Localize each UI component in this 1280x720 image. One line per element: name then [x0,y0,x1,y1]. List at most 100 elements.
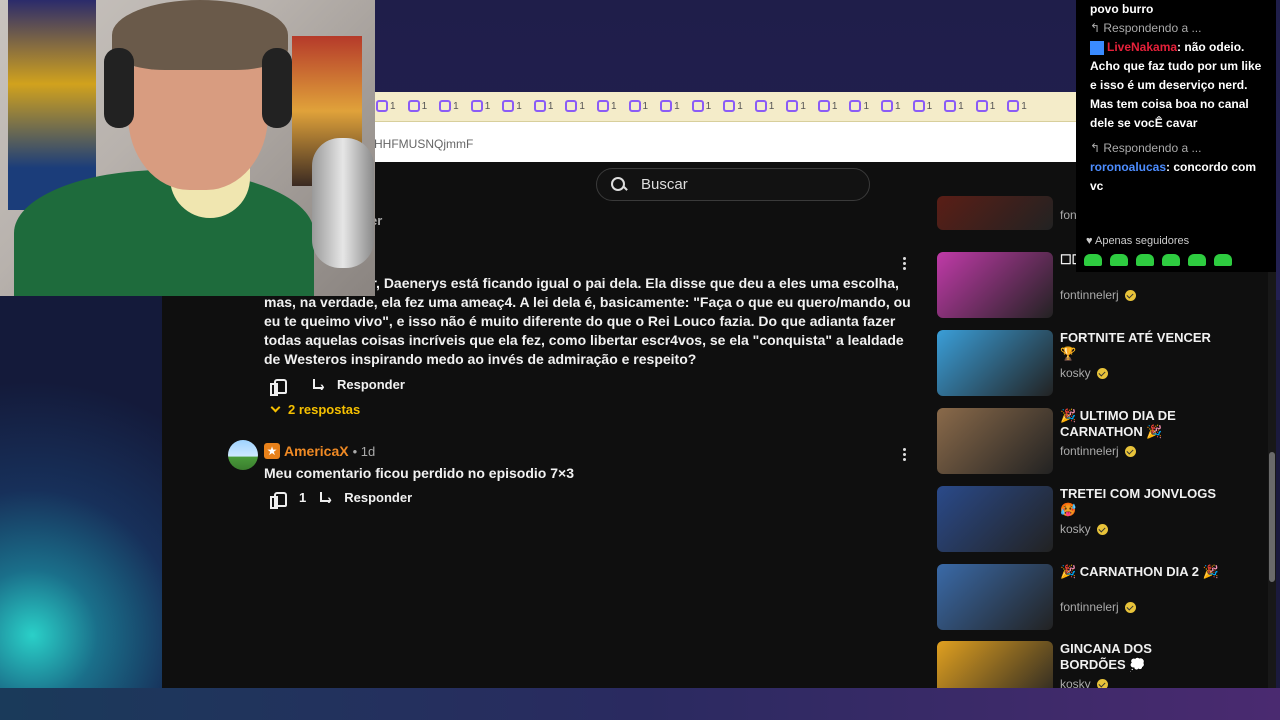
recommended-video[interactable]: 🎉 CARNATHON DIA 2 🎉 fontinnelerj [937,564,1267,634]
comment-actions: Responder [270,377,405,396]
bookmarks-bar: 1 1 1 1 1 1 1 1 1 1 1 1 1 1 1 1 1 1 1 1 1 [370,92,1076,122]
verified-icon [1124,289,1136,301]
recommended-video[interactable]: TRETEI COM JONVLOGS 🥵 kosky [937,486,1267,556]
recommended-video[interactable]: 🎉 ULTIMO DIA DE CARNATHON 🎉 fontinnelerj [937,408,1267,478]
comment-text: Meu comentario ficou perdido no episodio… [264,465,574,481]
bookmark-icon [533,100,546,113]
video-channel[interactable]: kosky [1060,366,1108,380]
video-thumbnail[interactable] [937,252,1053,318]
bookmark-item[interactable]: 1 [439,100,459,113]
video-thumbnail[interactable] [937,564,1053,630]
avatar[interactable] [228,440,258,470]
bookmark-item[interactable]: 1 [754,100,775,113]
video-channel[interactable]: kosky [1060,522,1108,536]
video-channel[interactable]: fontinnelerj [1060,600,1136,614]
comment-header: ★ AmericaX • 1d [264,443,375,459]
verified-icon [1096,678,1108,688]
headphones-icon [262,48,292,128]
video-thumbnail[interactable] [937,196,1053,230]
bookmark-item[interactable]: 1 [628,100,648,113]
replies-count: 2 respostas [288,402,361,417]
search-icon[interactable] [611,176,627,193]
video-title[interactable]: 🎉 CARNATHON DIA 2 🎉 [1060,564,1220,580]
url-text: HHFMUSNQjmmF [374,137,474,151]
recommended-video[interactable]: GINCANA DOS BORDÕES 💭 kosky [937,641,1267,688]
bookmark-item[interactable]: 1 [723,100,743,113]
bookmark-icon [660,100,673,113]
video-channel[interactable]: fontinnelerj [1060,288,1136,302]
video-thumbnail[interactable] [937,486,1053,552]
like-count: 1 [299,490,307,505]
video-thumbnail[interactable] [937,641,1053,688]
bookmark-item[interactable]: 1 [376,100,396,113]
thumbs-up-icon[interactable] [270,378,287,396]
bookmark-item[interactable]: 1 [912,100,933,113]
bookmark-item[interactable]: 1 [502,100,522,113]
bookmark-item[interactable]: 1 [975,100,995,113]
bookmark-item[interactable]: 1 [1007,100,1027,113]
comment-timestamp[interactable]: • 1d [353,444,376,459]
bookmark-item[interactable]: 1 [691,100,711,113]
bookmark-item[interactable]: 1 [565,100,585,113]
reply-arrow-icon [311,378,325,394]
comment-menu-icon[interactable] [903,257,907,272]
bookmark-item[interactable]: 1 [533,100,554,113]
bookmark-icon [817,100,830,113]
url-bar[interactable]: HHFMUSNQjmmF [370,122,1076,162]
bookmark-item[interactable]: 1 [470,100,491,113]
bookmark-count: 1 [926,101,933,112]
video-channel[interactable]: kosky [1060,677,1108,688]
recommended-video[interactable]: FORTNITE ATÉ VENCER 🏆 kosky [937,330,1267,400]
bookmark-item[interactable]: 1 [596,100,617,113]
video-channel[interactable]: fon [1060,208,1077,222]
verified-icon [1096,523,1108,535]
bookmark-icon [754,100,767,113]
emote-icon [1188,254,1206,266]
bookmark-item[interactable]: 1 [944,100,964,113]
verified-icon [1124,601,1136,613]
bookmark-item[interactable]: 1 [786,100,806,113]
replies-toggle[interactable]: 2 respostas [270,402,361,417]
bookmark-item[interactable]: 1 [881,100,901,113]
bookmark-count: 1 [895,101,901,112]
emote-icon [1214,254,1232,266]
video-thumbnail[interactable] [937,408,1053,474]
video-title[interactable]: FORTNITE ATÉ VENCER 🏆 [1060,330,1220,362]
bookmark-item[interactable]: 1 [849,100,869,113]
stream-chat-overlay: povo burro ↰ Respondendo a ... LiveNakam… [1076,0,1276,272]
bookmark-count: 1 [831,101,838,112]
video-title[interactable]: 🎉 ULTIMO DIA DE CARNATHON 🎉 [1060,408,1220,440]
search-box[interactable]: Buscar [596,168,870,201]
bookmark-icon [849,100,862,113]
bookmark-icon [691,100,704,113]
bookmark-count: 1 [958,101,964,112]
chat-message: roronoalucas: concordo com vc [1090,160,1257,193]
bookmark-count: 1 [484,101,491,112]
bookmark-icon [407,100,420,113]
thumbs-up-icon[interactable] [270,491,287,509]
bookmark-count: 1 [579,101,585,112]
comment-menu-icon[interactable] [903,448,907,463]
bookmark-icon [565,100,578,113]
bookmark-icon [470,100,483,113]
video-title[interactable]: GINCANA DOS BORDÕES 💭 [1060,641,1220,673]
comment-actions: 1 Responder [270,490,412,509]
headphones-icon [104,48,134,128]
video-thumbnail[interactable] [937,330,1053,396]
scrollbar-thumb[interactable] [1269,452,1275,582]
bookmark-count: 1 [547,101,554,112]
bookmark-item[interactable]: 1 [660,100,680,113]
chat-message: LiveNakama: não odeio. Acho que faz tudo… [1090,40,1262,130]
bookmark-count: 1 [768,101,775,112]
video-title[interactable]: TRETEI COM JONVLOGS 🥵 [1060,486,1220,518]
reply-button[interactable]: Responder [337,377,405,392]
bookmark-item[interactable]: 1 [817,100,838,113]
chevron-down-icon [270,402,281,413]
bookmark-icon [502,100,515,113]
video-channel[interactable]: fontinnelerj [1060,444,1136,458]
webcam-overlay [0,0,375,296]
comment-author[interactable]: AmericaX [284,443,349,459]
bookmark-item[interactable]: 1 [407,100,427,113]
reply-button[interactable]: Responder [344,490,412,505]
bookmark-count: 1 [800,101,806,112]
